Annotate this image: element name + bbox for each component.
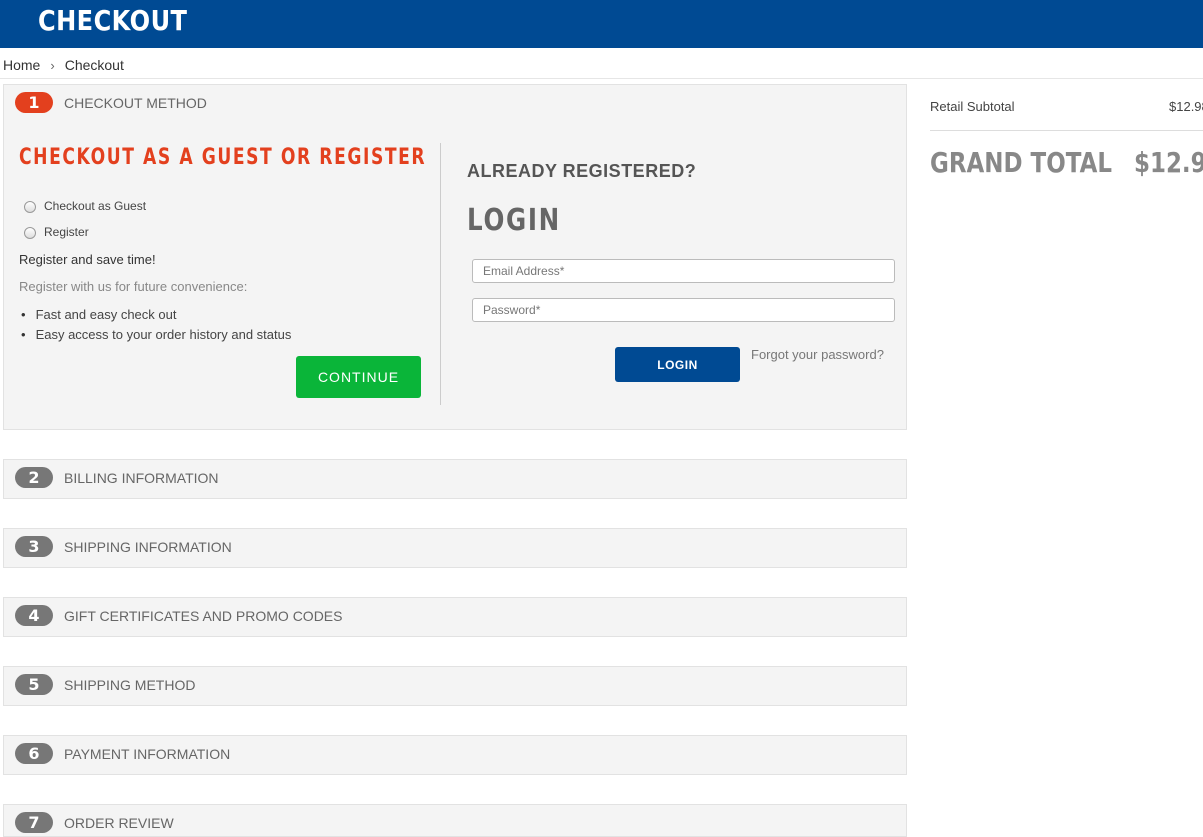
register-option[interactable]: Register	[24, 225, 89, 239]
step-number-badge: 5	[15, 674, 53, 695]
subtotal-label: Retail Subtotal	[930, 99, 1015, 114]
already-registered-heading: ALREADY REGISTERED?	[467, 161, 697, 181]
guest-radio-label[interactable]: Checkout as Guest	[44, 199, 146, 213]
subtotal-row: Retail Subtotal $12.98	[930, 99, 1203, 114]
guest-or-register-heading: CHECKOUT AS A GUEST OR REGISTER	[19, 145, 427, 170]
step-payment-information[interactable]: 6 PAYMENT INFORMATION	[3, 735, 907, 775]
header-bar: CHECKOUT	[0, 0, 1203, 48]
step-checkout-method: 1 CHECKOUT METHOD CHECKOUT AS A GUEST OR…	[3, 84, 907, 430]
checkout-as-guest-option[interactable]: Checkout as Guest	[24, 199, 146, 213]
step-order-review[interactable]: 7 ORDER REVIEW	[3, 804, 907, 837]
step-title[interactable]: PAYMENT INFORMATION	[64, 746, 230, 762]
breadcrumb-current: Checkout	[64, 57, 124, 73]
step-title[interactable]: SHIPPING METHOD	[64, 677, 195, 693]
email-field[interactable]	[472, 259, 895, 283]
save-time-text: Register and save time!	[19, 252, 156, 267]
step-shipping-information[interactable]: 3 SHIPPING INFORMATION	[3, 528, 907, 568]
login-heading: LOGIN	[467, 203, 561, 238]
step-number-badge: 7	[15, 812, 53, 833]
step-title[interactable]: ORDER REVIEW	[64, 815, 174, 831]
guest-radio-button[interactable]	[24, 200, 36, 213]
subtotal-value: $12.98	[1169, 99, 1203, 114]
breadcrumb-divider	[0, 78, 1203, 79]
register-radio-button[interactable]	[24, 226, 36, 239]
breadcrumb: Home › Checkout	[3, 57, 124, 73]
breadcrumb-home-link[interactable]: Home	[3, 57, 40, 73]
grand-total-value: $12.98	[1134, 146, 1203, 179]
continue-button[interactable]: CONTINUE	[296, 356, 421, 398]
step-number-badge: 2	[15, 467, 53, 488]
step-billing-information[interactable]: 2 BILLING INFORMATION	[3, 459, 907, 499]
register-radio-label[interactable]: Register	[44, 225, 89, 239]
benefits-list: Fast and easy check out Easy access to y…	[19, 307, 292, 347]
summary-divider	[930, 130, 1203, 131]
page-title: CHECKOUT	[38, 4, 188, 37]
vertical-divider	[440, 143, 441, 405]
step-number-badge: 6	[15, 743, 53, 764]
step-number-badge: 3	[15, 536, 53, 557]
step-title[interactable]: CHECKOUT METHOD	[64, 95, 207, 111]
password-field[interactable]	[472, 298, 895, 322]
grand-total-label: GRAND TOTAL	[930, 146, 1113, 179]
step-number-badge: 1	[15, 92, 53, 113]
forgot-password-link[interactable]: Forgot your password?	[751, 347, 884, 362]
step-number-badge: 4	[15, 605, 53, 626]
benefit-item: Easy access to your order history and st…	[19, 327, 292, 347]
breadcrumb-chevron-icon: ›	[50, 58, 55, 73]
step-shipping-method[interactable]: 5 SHIPPING METHOD	[3, 666, 907, 706]
login-button[interactable]: LOGIN	[615, 347, 740, 382]
step-title[interactable]: SHIPPING INFORMATION	[64, 539, 232, 555]
benefit-item: Fast and easy check out	[19, 307, 291, 327]
step-title[interactable]: GIFT CERTIFICATES AND PROMO CODES	[64, 608, 342, 624]
step-title[interactable]: BILLING INFORMATION	[64, 470, 219, 486]
step-gift-certificates[interactable]: 4 GIFT CERTIFICATES AND PROMO CODES	[3, 597, 907, 637]
convenience-text: Register with us for future convenience:	[19, 279, 248, 294]
